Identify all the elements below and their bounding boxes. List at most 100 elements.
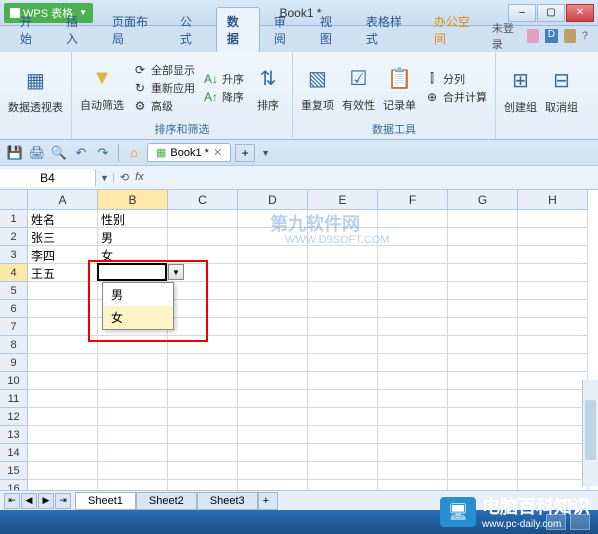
tab-menu-arrow-icon[interactable]: ▼ (261, 148, 270, 158)
pc-daily-title: 电脑百科知识 (482, 493, 590, 519)
col-header-E[interactable]: E (308, 190, 378, 210)
menu-formula[interactable]: 公式 (170, 8, 212, 52)
dropdown-item-female[interactable]: 女 (103, 306, 173, 329)
menu-pagelayout[interactable]: 页面布局 (102, 8, 166, 52)
duplicates-button[interactable]: ▧ 重复项 (301, 63, 334, 113)
cell-A2[interactable]: 张三 (28, 228, 98, 246)
doc-tab-close-icon[interactable]: ✕ (213, 146, 222, 159)
pivot-table-button[interactable]: ▦ 数据透视表 (8, 65, 63, 115)
validity-button[interactable]: ☑ 有效性 (342, 63, 375, 113)
row-header-9[interactable]: 9 (0, 354, 28, 372)
pc-daily-logo-icon: 🖥 (440, 497, 476, 527)
row-header-5[interactable]: 5 (0, 282, 28, 300)
select-all-corner[interactable] (0, 190, 28, 210)
row-header-13[interactable]: 13 (0, 426, 28, 444)
row-header-8[interactable]: 8 (0, 336, 28, 354)
col-header-G[interactable]: G (448, 190, 518, 210)
menu-data[interactable]: 数据 (216, 7, 260, 52)
col-header-C[interactable]: C (168, 190, 238, 210)
row-header-7[interactable]: 7 (0, 318, 28, 336)
add-tab-button[interactable]: + (235, 144, 255, 162)
quick-access-bar: 💾 🖨 🔍 ↶ ↷ ⌂ ▦ Book1 * ✕ + ▼ (0, 140, 598, 166)
doc-tab-name: Book1 * (170, 147, 209, 159)
menu-insert[interactable]: 插入 (56, 8, 98, 52)
sheet-nav-prev[interactable]: ◀ (21, 493, 37, 509)
ungroup-button[interactable]: ⊟ 取消组 (545, 65, 578, 115)
reapply-button[interactable]: ↻重新应用 (132, 80, 195, 96)
row-header-2[interactable]: 2 (0, 228, 28, 246)
fb-cancel-icon[interactable]: ⟲ (120, 171, 129, 184)
cell-B3[interactable]: 女 (98, 246, 168, 264)
form-button[interactable]: 📋 记录单 (383, 63, 416, 113)
skin-icon[interactable] (527, 29, 539, 43)
dup-icon: ▧ (302, 63, 334, 95)
col-header-F[interactable]: F (378, 190, 448, 210)
sheet-nav-last[interactable]: ⇥ (55, 493, 71, 509)
dropdown-item-male[interactable]: 男 (103, 283, 173, 306)
row-header-10[interactable]: 10 (0, 372, 28, 390)
minimize-button[interactable]: – (508, 4, 536, 22)
menu-start[interactable]: 开始 (10, 8, 52, 52)
consolidate-button[interactable]: ⊕合并计算 (424, 89, 487, 105)
col-header-H[interactable]: H (518, 190, 588, 210)
col-header-D[interactable]: D (238, 190, 308, 210)
showall-button[interactable]: ⟳全部显示 (132, 62, 195, 78)
advanced-button[interactable]: ⚙高级 (132, 98, 195, 114)
desc-button[interactable]: A↑降序 (203, 89, 244, 105)
qat-print-icon[interactable]: 🖨 (28, 144, 46, 162)
qat-undo-icon[interactable]: ↶ (72, 144, 90, 162)
sheet-add-button[interactable]: + (258, 492, 278, 510)
cell-B1[interactable]: 性别 (98, 210, 168, 228)
row-header-12[interactable]: 12 (0, 408, 28, 426)
menu-workspace[interactable]: 办公空间 (424, 8, 488, 52)
row-header-11[interactable]: 11 (0, 390, 28, 408)
vertical-scrollbar[interactable] (582, 380, 598, 486)
cell-A4[interactable]: 王五 (28, 264, 98, 282)
row-header-15[interactable]: 15 (0, 462, 28, 480)
sort-button[interactable]: ⇅ 排序 (252, 63, 284, 113)
menu-review[interactable]: 审阅 (264, 8, 306, 52)
dropdown-button[interactable]: ▼ (168, 264, 184, 280)
sheet-tab-1[interactable]: Sheet1 (75, 492, 136, 510)
d-icon[interactable]: D (545, 29, 557, 43)
sheet-tab-3[interactable]: Sheet3 (197, 492, 258, 510)
user-icon[interactable] (564, 29, 576, 43)
cell-B2[interactable]: 男 (98, 228, 168, 246)
sheet-nav-first[interactable]: ⇤ (4, 493, 20, 509)
funnel-icon: ▼ (86, 63, 118, 95)
row-header-4[interactable]: 4 (0, 264, 28, 282)
login-text[interactable]: 未登录 (492, 20, 521, 52)
column-headers: A B C D E F G H (28, 190, 598, 210)
close-button[interactable]: ✕ (566, 4, 594, 22)
formula-icons: ⟲ fx (114, 171, 150, 184)
qat-redo-icon[interactable]: ↷ (94, 144, 112, 162)
fx-icon[interactable]: fx (135, 171, 144, 184)
cell-A1[interactable]: 姓名 (28, 210, 98, 228)
col-header-B[interactable]: B (98, 190, 168, 210)
row-header-14[interactable]: 14 (0, 444, 28, 462)
name-box-arrow-icon[interactable]: ▼ (96, 173, 114, 183)
document-tab[interactable]: ▦ Book1 * ✕ (147, 143, 231, 162)
autofilter-button[interactable]: ▼ 自动筛选 (80, 63, 124, 113)
row-header-3[interactable]: 3 (0, 246, 28, 264)
name-box[interactable]: B4 (0, 169, 96, 187)
cell-A3[interactable]: 李四 (28, 246, 98, 264)
scrollbar-thumb[interactable] (585, 400, 596, 460)
ribbon: ▦ 数据透视表 ▼ 自动筛选 ⟳全部显示 ↻重新应用 ⚙高级 A↓升序 A↑降序… (0, 52, 598, 140)
sheet-nav-next[interactable]: ▶ (38, 493, 54, 509)
qat-preview-icon[interactable]: 🔍 (50, 144, 68, 162)
menu-view[interactable]: 视图 (310, 8, 352, 52)
group-button[interactable]: ⊞ 创建组 (504, 65, 537, 115)
active-cell-B4[interactable] (97, 263, 167, 281)
asc-button[interactable]: A↓升序 (203, 71, 244, 87)
menu-tablestyle[interactable]: 表格样式 (356, 8, 420, 52)
row-header-1[interactable]: 1 (0, 210, 28, 228)
col-header-A[interactable]: A (28, 190, 98, 210)
qat-save-icon[interactable]: 💾 (6, 144, 24, 162)
maximize-button[interactable]: ▢ (537, 4, 565, 22)
row-header-6[interactable]: 6 (0, 300, 28, 318)
help-icon[interactable]: ? (582, 30, 588, 42)
sheet-tab-2[interactable]: Sheet2 (136, 492, 197, 510)
qat-home-icon[interactable]: ⌂ (125, 144, 143, 162)
split-button[interactable]: ⫿分列 (424, 71, 487, 87)
